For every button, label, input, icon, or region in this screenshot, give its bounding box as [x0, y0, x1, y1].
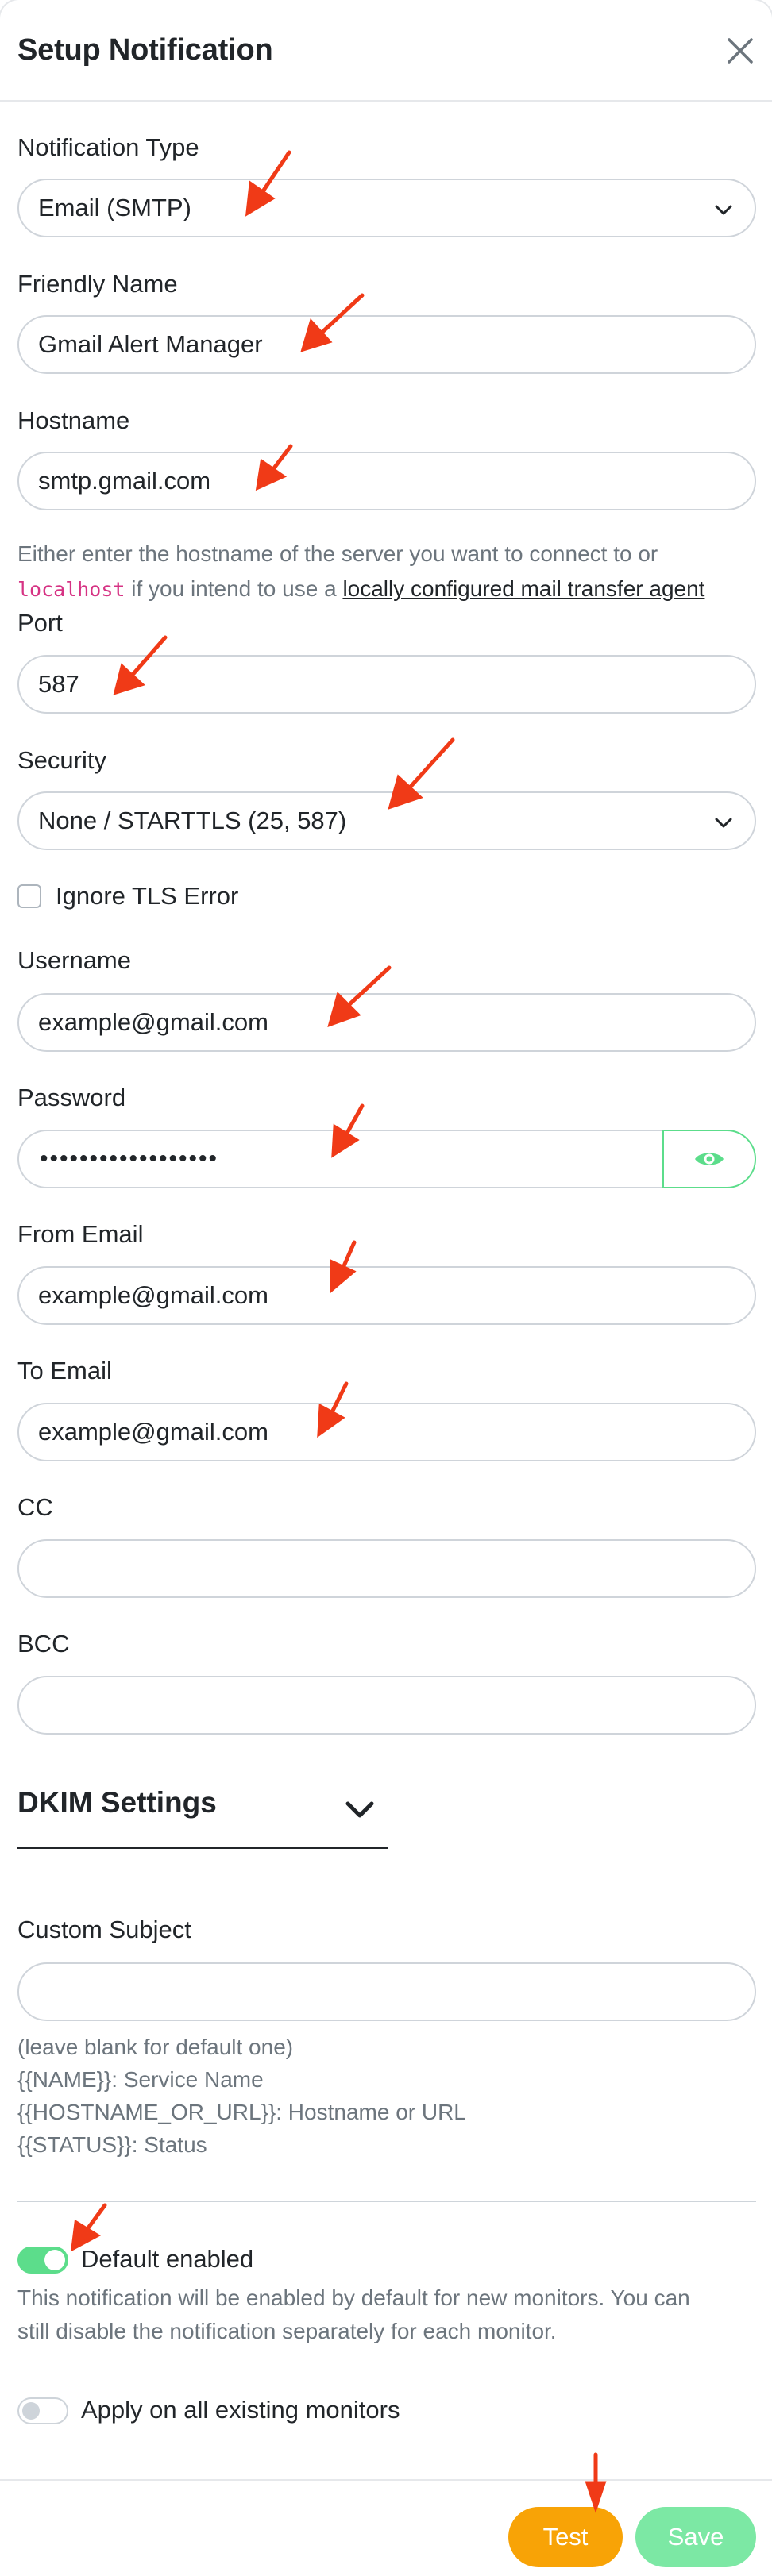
port-value: 587 — [38, 670, 79, 698]
security-select[interactable]: None / STARTTLS (25, 587) — [17, 791, 756, 850]
custom-subject-help: (leave blank for default one) {{NAME}}: … — [17, 2031, 764, 2161]
friendly-name-label: Friendly Name — [17, 270, 178, 298]
section-divider — [17, 2201, 756, 2202]
default-enabled-help-line: This notification will be enabled by def… — [17, 2285, 690, 2310]
save-button[interactable]: Save — [635, 2507, 756, 2567]
friendly-name-value: Gmail Alert Manager — [38, 330, 263, 358]
password-input[interactable]: •••••••••••••••••• — [17, 1130, 664, 1188]
eye-icon — [695, 1153, 724, 1165]
custom-subject-help-line: {{STATUS}}: Status — [17, 2132, 207, 2157]
notification-type-value: Email (SMTP) — [38, 194, 191, 221]
test-button[interactable]: Test — [508, 2507, 623, 2567]
custom-subject-label: Custom Subject — [17, 1916, 191, 1943]
password-label: Password — [17, 1084, 126, 1111]
hostname-help-middle: if you intend to use a — [125, 576, 343, 601]
notification-type-label: Notification Type — [17, 133, 199, 161]
modal-header: Setup Notification — [0, 0, 772, 102]
port-label: Port — [17, 609, 63, 637]
show-password-button[interactable] — [662, 1130, 756, 1188]
custom-subject-help-line: {{NAME}}: Service Name — [17, 2067, 264, 2092]
bcc-input[interactable] — [17, 1676, 756, 1735]
custom-subject-input[interactable] — [17, 1962, 756, 2021]
username-value: example@gmail.com — [38, 1008, 268, 1036]
to-email-input[interactable]: example@gmail.com — [17, 1403, 756, 1461]
custom-subject-help-line: {{HOSTNAME_OR_URL}}: Hostname or URL — [17, 2100, 466, 2124]
hostname-help: Either enter the hostname of the server … — [17, 537, 764, 607]
default-enabled-help-line: still disable the notification separatel… — [17, 2319, 557, 2343]
password-value: •••••••••••••••••• — [40, 1146, 219, 1172]
ignore-tls-checkbox[interactable] — [17, 884, 41, 908]
hostname-label: Hostname — [17, 406, 130, 434]
toggle-knob — [22, 2402, 40, 2420]
default-enabled-toggle[interactable] — [17, 2247, 68, 2274]
hostname-value: smtp.gmail.com — [38, 467, 211, 495]
setup-notification-dialog: Setup Notification Notification Type Ema… — [0, 0, 772, 2576]
dkim-underline — [17, 1847, 388, 1849]
apply-existing-toggle[interactable] — [17, 2397, 68, 2424]
chevron-down-icon[interactable] — [342, 1796, 378, 1824]
cc-label: CC — [17, 1493, 53, 1521]
ignore-tls-label: Ignore TLS Error — [56, 882, 239, 910]
chevron-down-icon — [715, 205, 732, 215]
modal-title: Setup Notification — [17, 33, 273, 67]
hostname-help-code: localhost — [17, 578, 125, 601]
to-email-value: example@gmail.com — [38, 1418, 268, 1446]
bcc-label: BCC — [17, 1630, 70, 1658]
default-enabled-label: Default enabled — [81, 2245, 254, 2273]
hostname-input[interactable]: smtp.gmail.com — [17, 452, 756, 510]
security-value: None / STARTTLS (25, 587) — [38, 807, 347, 834]
cc-input[interactable] — [17, 1539, 756, 1598]
close-button[interactable] — [723, 33, 758, 68]
from-email-label: From Email — [17, 1220, 144, 1248]
from-email-input[interactable]: example@gmail.com — [17, 1266, 756, 1325]
hostname-help-prefix: Either enter the hostname of the server … — [17, 541, 658, 566]
toggle-knob — [44, 2250, 65, 2270]
port-input[interactable]: 587 — [17, 655, 756, 714]
username-input[interactable]: example@gmail.com — [17, 993, 756, 1052]
friendly-name-input[interactable]: Gmail Alert Manager — [17, 315, 756, 374]
chevron-down-icon — [715, 818, 732, 828]
arrow-annotation-icon — [70, 2203, 107, 2252]
to-email-label: To Email — [17, 1357, 112, 1384]
custom-subject-help-line: (leave blank for default one) — [17, 2035, 294, 2059]
dkim-settings-toggle[interactable]: DKIM Settings — [17, 1786, 217, 1819]
security-label: Security — [17, 746, 106, 774]
notification-type-select[interactable]: Email (SMTP) — [17, 179, 756, 237]
default-enabled-help: This notification will be enabled by def… — [17, 2281, 764, 2348]
from-email-value: example@gmail.com — [38, 1281, 268, 1309]
mail-transfer-agent-link[interactable]: locally configured mail transfer agent — [342, 576, 704, 601]
apply-existing-label: Apply on all existing monitors — [81, 2396, 400, 2424]
close-icon — [728, 38, 753, 64]
username-label: Username — [17, 946, 131, 974]
